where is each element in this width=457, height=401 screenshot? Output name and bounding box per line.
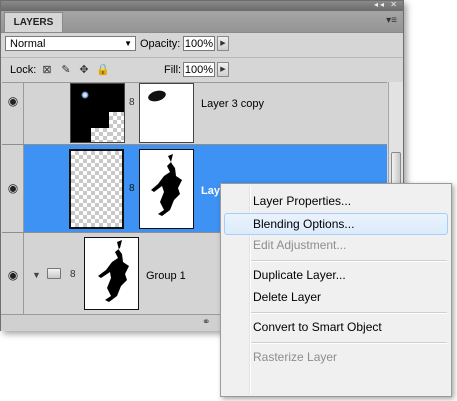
lock-image-pixels-icon[interactable]: ✎ bbox=[60, 64, 72, 76]
eye-icon[interactable]: ◉ bbox=[6, 269, 20, 281]
fill-label: Fill: bbox=[164, 64, 182, 76]
lock-fill-row: Lock: ⊠ ✎ ✥ 🔒 Fill: 100% ▶ bbox=[1, 57, 403, 82]
chain-link-icon[interactable]: 8 bbox=[70, 269, 78, 281]
blend-opacity-row: Normal ▼ Opacity: 100% ▶ bbox=[1, 32, 403, 56]
panel-menu-icon[interactable]: ▾≡ bbox=[386, 15, 397, 26]
menu-item-rasterize-layer: Rasterize Layer bbox=[253, 350, 338, 364]
visibility-cell: ◉ bbox=[2, 145, 24, 232]
eye-icon[interactable]: ◉ bbox=[6, 95, 20, 107]
lock-transparent-pixels-icon[interactable]: ⊠ bbox=[41, 64, 53, 76]
menu-item-convert-to-smart-object[interactable]: Convert to Smart Object bbox=[224, 316, 448, 338]
eye-icon[interactable]: ◉ bbox=[6, 182, 20, 194]
menu-separator bbox=[251, 260, 447, 262]
menu-item-blending-options[interactable]: Blending Options... bbox=[224, 213, 448, 235]
link-layers-icon[interactable]: ⚭ bbox=[202, 317, 210, 328]
lock-label: Lock: bbox=[10, 64, 37, 76]
layer-name[interactable]: Layer 3 copy bbox=[201, 98, 264, 110]
visibility-cell: ◉ bbox=[2, 83, 24, 144]
opacity-slider-button[interactable]: ▶ bbox=[217, 36, 229, 51]
dancer-silhouette-icon bbox=[98, 240, 129, 302]
layer-name[interactable]: Group 1 bbox=[146, 270, 186, 282]
layer-thumbnail[interactable] bbox=[70, 83, 125, 143]
lock-position-icon[interactable]: ✥ bbox=[78, 64, 90, 76]
fill-slider-button[interactable]: ▶ bbox=[217, 62, 229, 77]
panel-title-bar[interactable]: ◂◂ ✕ bbox=[1, 0, 403, 11]
fill-input[interactable]: 100% bbox=[183, 62, 215, 77]
menu-item-duplicate-layer[interactable]: Duplicate Layer... bbox=[224, 264, 448, 286]
chain-link-icon[interactable]: 8 bbox=[129, 97, 137, 109]
layer-row[interactable]: ◉ 8 Layer 3 copy bbox=[2, 83, 387, 145]
menu-separator bbox=[251, 342, 447, 344]
menu-item-edit-adjustment: Edit Adjustment... bbox=[253, 238, 347, 252]
dancer-silhouette-icon bbox=[151, 154, 182, 216]
layer-mask-thumbnail[interactable] bbox=[139, 83, 194, 143]
layer-context-menu: Layer Properties... Blending Options... … bbox=[220, 183, 452, 397]
lock-all-icon[interactable]: 🔒 bbox=[96, 64, 110, 76]
group-mask-thumbnail[interactable] bbox=[84, 237, 139, 310]
opacity-input[interactable]: 100% bbox=[183, 36, 215, 51]
menu-item-delete-layer[interactable]: Delete Layer bbox=[224, 286, 448, 308]
chevron-down-icon: ▼ bbox=[124, 39, 132, 48]
chain-link-icon[interactable]: 8 bbox=[129, 183, 137, 195]
layer-thumbnail[interactable] bbox=[69, 149, 124, 229]
blend-mode-select[interactable]: Normal ▼ bbox=[5, 36, 136, 51]
menu-separator bbox=[251, 312, 447, 314]
menu-item-layer-properties[interactable]: Layer Properties... bbox=[224, 190, 448, 212]
layer-mask-thumbnail[interactable] bbox=[139, 149, 194, 229]
panel-window-controls[interactable]: ◂◂ ✕ bbox=[374, 0, 399, 9]
opacity-label: Opacity: bbox=[140, 38, 181, 50]
tab-layers[interactable]: LAYERS bbox=[4, 12, 63, 32]
folder-icon bbox=[47, 268, 61, 279]
triangle-expand-icon[interactable]: ▼ bbox=[32, 270, 41, 280]
blend-mode-value: Normal bbox=[10, 38, 46, 50]
visibility-cell: ◉ bbox=[2, 233, 24, 314]
